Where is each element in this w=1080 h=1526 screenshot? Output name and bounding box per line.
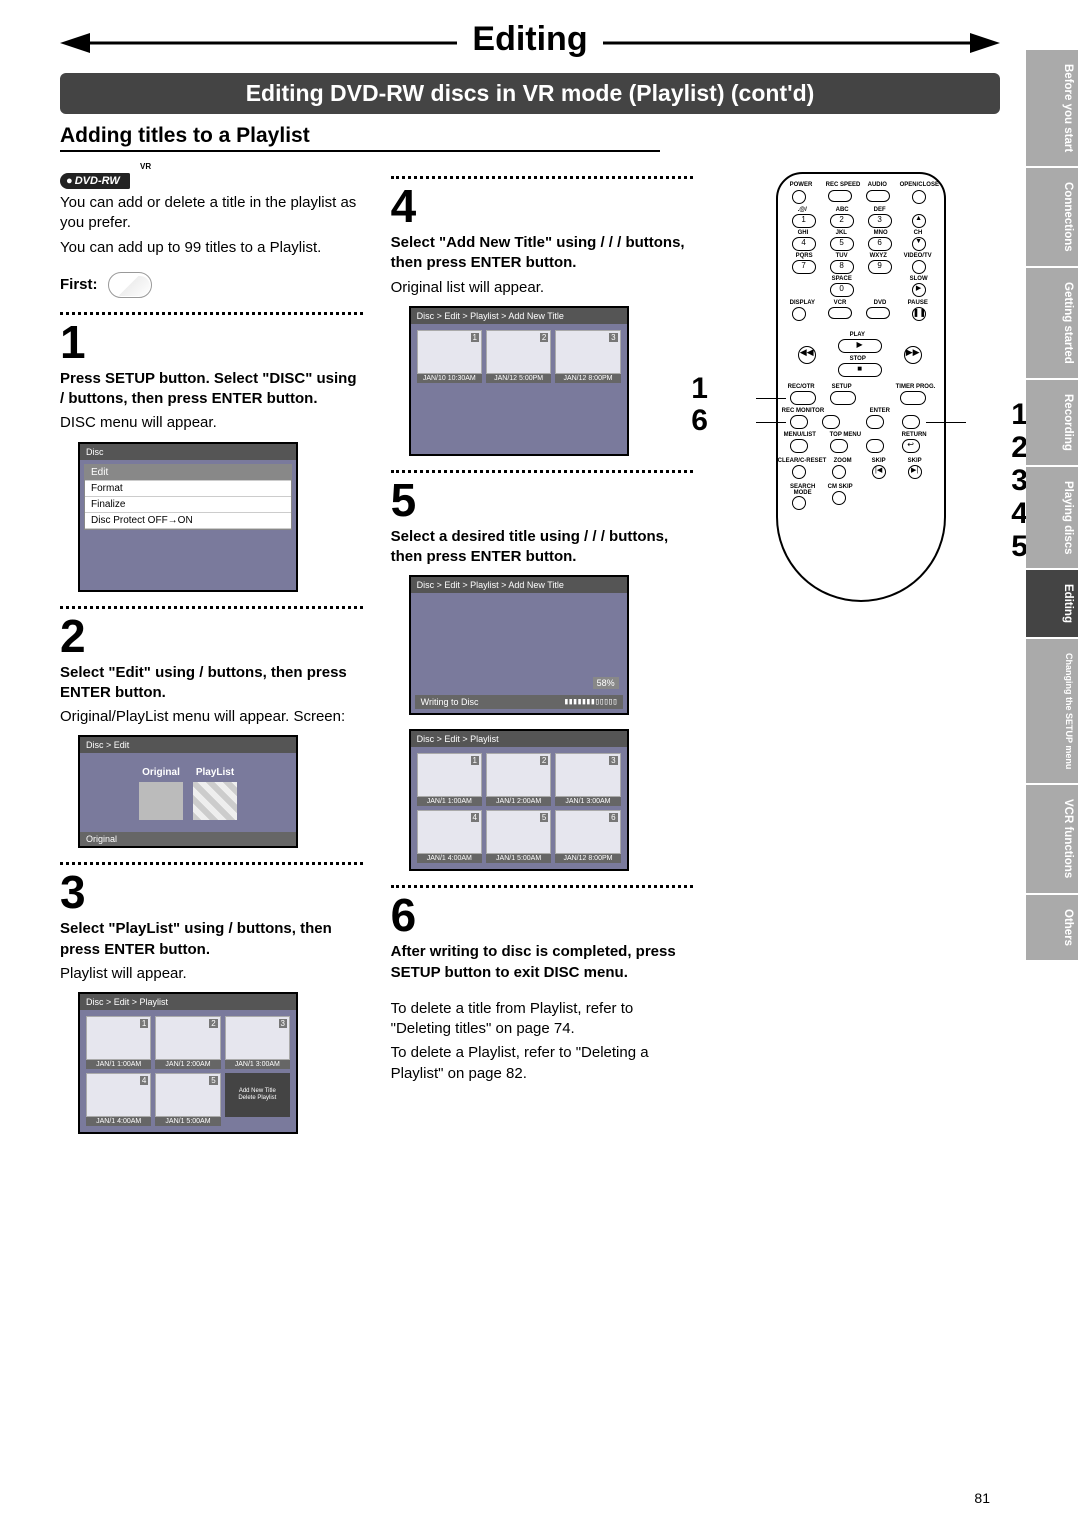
step-2-screen: Disc > Edit Original PlayList Original (78, 735, 298, 848)
step-5-screen-b: Disc > Edit > Playlist 1JAN/1 1:00AM 2JA… (409, 729, 629, 871)
tab-changing-setup: Changing the SETUP menu (1026, 639, 1078, 785)
tab-vcr-functions: VCR functions (1026, 785, 1078, 894)
step-6-body-2: To delete a Playlist, refer to "Deleting… (391, 1043, 694, 1084)
step-3-head: Select "PlayList" using / buttons, then … (60, 919, 363, 960)
remote-control-diagram: 1 6 1 2 3 4 5 POWER REC SPEED AUDIO OPEN… (721, 162, 1000, 602)
step-6-head: After writing to disc is completed, pres… (391, 942, 694, 983)
step-6-number: 6 (391, 892, 694, 938)
step-3-body: Playlist will appear. (60, 964, 363, 984)
step-5-head: Select a desired title using / / / butto… (391, 527, 694, 568)
step-4-head: Select "Add New Title" using / / / butto… (391, 233, 694, 274)
step-4-screen: Disc > Edit > Playlist > Add New Title 1… (409, 306, 629, 456)
step-2-number: 2 (60, 613, 363, 659)
tab-connections: Connections (1026, 168, 1078, 268)
tab-recording: Recording (1026, 380, 1078, 467)
step-2-head: Select "Edit" using / buttons, then pres… (60, 663, 363, 704)
tab-playing-discs: Playing discs (1026, 467, 1078, 571)
step-2-body: Original/PlayList menu will appear. Scre… (60, 707, 363, 727)
step-1-body: DISC menu will appear. (60, 413, 363, 433)
sub-banner: Editing DVD-RW discs in VR mode (Playlis… (60, 73, 1000, 114)
page-title: Editing (457, 20, 602, 59)
first-label: First: (60, 276, 98, 293)
tab-editing: Editing (1026, 570, 1078, 639)
step-1-number: 1 (60, 319, 363, 365)
step-3-screen: Disc > Edit > Playlist 1JAN/1 1:00AM 2JA… (78, 992, 298, 1134)
tab-getting-started: Getting started (1026, 268, 1078, 380)
page-title-banner: Editing (60, 20, 1000, 65)
intro-text-2: You can add up to 99 titles to a Playlis… (60, 238, 363, 258)
tab-before-you-start: Before you start (1026, 50, 1078, 168)
tab-others: Others (1026, 895, 1078, 962)
step-5-screen-a: Disc > Edit > Playlist > Add New Title 5… (409, 575, 629, 715)
step-5-number: 5 (391, 477, 694, 523)
side-tabs: Before you start Connections Getting sta… (1026, 50, 1078, 962)
section-title: Adding titles to a Playlist (60, 124, 660, 152)
step-6-body-1: To delete a title from Playlist, refer t… (391, 999, 694, 1040)
intro-text-1: You can add or delete a title in the pla… (60, 193, 363, 234)
dvd-rw-badge: ● DVD-RW (60, 173, 130, 189)
step-3-number: 3 (60, 869, 363, 915)
step-4-number: 4 (391, 183, 694, 229)
dvd-indicator-icon (108, 272, 152, 298)
page-number: 81 (974, 1490, 990, 1506)
step-4-body: Original list will appear. (391, 278, 694, 298)
badge-vr-text: VR (140, 162, 363, 171)
step-1-head: Press SETUP button. Select "DISC" using … (60, 369, 363, 410)
step-1-screen: Disc Edit Format Finalize Disc Protect O… (78, 442, 298, 592)
